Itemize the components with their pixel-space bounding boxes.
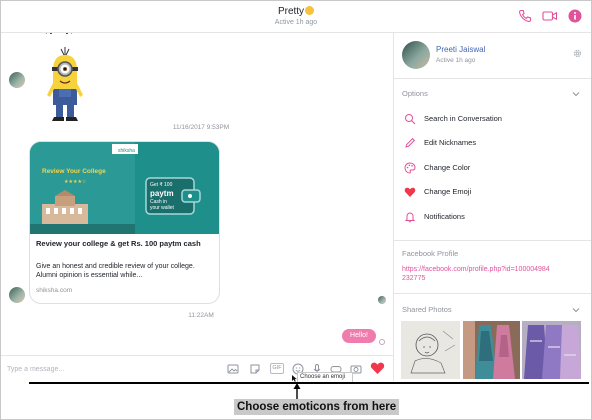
- option-change-emoji[interactable]: Change Emoji: [394, 183, 591, 201]
- smile-emoji-icon: [305, 6, 315, 15]
- options-header[interactable]: Options: [402, 89, 428, 98]
- card-logo-text: shiksha: [118, 148, 135, 154]
- chat-title[interactable]: Pretty: [1, 6, 591, 17]
- timestamp: 11:22AM: [188, 312, 214, 319]
- chat-header: Pretty Active 1h ago: [1, 1, 591, 33]
- option-notifications[interactable]: Notifications: [394, 208, 591, 226]
- shared-photo[interactable]: [401, 321, 460, 379]
- shared-photo[interactable]: [463, 321, 520, 379]
- profile-name[interactable]: Preeti Jaiswal: [436, 45, 485, 54]
- gear-icon[interactable]: [572, 48, 583, 59]
- heart-icon: [404, 187, 416, 197]
- card-heading-text: Review Your College: [42, 168, 106, 175]
- video-call-icon[interactable]: [542, 9, 558, 23]
- annotation-caption: Choose emoticons from here: [234, 399, 400, 415]
- minion-sticker[interactable]: [45, 45, 85, 127]
- shared-photo[interactable]: [522, 321, 581, 379]
- search-icon: [405, 114, 416, 125]
- card-offer-line3: your wallet: [150, 205, 175, 211]
- profile-status: Active 1h ago: [436, 57, 476, 64]
- divider: [394, 240, 591, 241]
- like-heart-icon[interactable]: [370, 361, 385, 375]
- option-label: Notifications: [424, 212, 465, 221]
- svg-text:★★★★☆: ★★★★☆: [64, 179, 87, 185]
- option-search-in-conversation[interactable]: Search in Conversation: [394, 110, 591, 128]
- divider: [394, 293, 591, 294]
- shared-photos-header[interactable]: Shared Photos: [402, 305, 452, 314]
- option-edit-nicknames[interactable]: Edit Nicknames: [394, 134, 591, 152]
- link-preview-image[interactable]: shiksha Review Your College ★★★★☆ Get ₹ …: [30, 142, 220, 234]
- conversation-area[interactable]: 11/16/2017 9:53PM shiksha Review Your Co…: [1, 33, 393, 355]
- option-label: Change Color: [424, 163, 471, 172]
- profile-section: Preeti Jaiswal Active 1h ago: [394, 33, 591, 79]
- chat-status: Active 1h ago: [274, 19, 318, 26]
- link-preview-domain: shiksha.com: [36, 287, 73, 294]
- chevron-down-icon[interactable]: [572, 307, 580, 313]
- card-offer-brand: paytm: [150, 189, 174, 198]
- pencil-icon: [405, 137, 416, 148]
- timestamp: 11/16/2017 9:53PM: [172, 124, 230, 131]
- message-input[interactable]: [7, 363, 217, 375]
- chat-title-text: Pretty: [277, 6, 305, 17]
- image-icon[interactable]: [227, 363, 239, 375]
- sent-message-bubble[interactable]: Hello!: [342, 329, 376, 343]
- facebook-profile-link[interactable]: https://facebook.com/profile.php?id=1000…: [402, 265, 552, 283]
- mouse-cursor-icon: [292, 375, 297, 382]
- link-preview-description: Give an honest and credible review of yo…: [36, 263, 195, 279]
- sticker-partial: [45, 33, 73, 34]
- option-label: Search in Conversation: [424, 114, 502, 123]
- contact-avatar[interactable]: [9, 287, 25, 303]
- card-offer-line1: Get ₹ 100: [150, 182, 173, 188]
- link-preview-title[interactable]: Review your college & get Rs. 100 paytm …: [36, 239, 216, 248]
- conversation-details-panel: Preeti Jaiswal Active 1h ago Options Sea…: [393, 33, 591, 381]
- message-status-icon: [379, 339, 385, 345]
- palette-icon: [404, 162, 416, 174]
- info-icon[interactable]: [568, 9, 582, 23]
- gif-button[interactable]: GIF: [270, 363, 284, 374]
- chevron-down-icon[interactable]: [572, 91, 580, 97]
- bell-icon: [404, 212, 416, 223]
- link-preview-card[interactable]: shiksha Review Your College ★★★★☆ Get ₹ …: [29, 141, 220, 304]
- profile-avatar[interactable]: [402, 41, 430, 69]
- option-label: Edit Nicknames: [424, 138, 477, 147]
- option-label: Change Emoji: [424, 187, 472, 196]
- phone-icon[interactable]: [518, 9, 532, 23]
- option-change-color[interactable]: Change Color: [394, 159, 591, 177]
- facebook-profile-header: Facebook Profile: [402, 249, 459, 258]
- messenger-window: Pretty Active 1h ago 11/16/2017 9:53PM s…: [0, 0, 592, 420]
- contact-avatar[interactable]: [9, 72, 25, 88]
- sticker-icon[interactable]: [249, 363, 261, 375]
- annotation-bar: [29, 382, 589, 384]
- read-receipt-avatar: [378, 296, 386, 304]
